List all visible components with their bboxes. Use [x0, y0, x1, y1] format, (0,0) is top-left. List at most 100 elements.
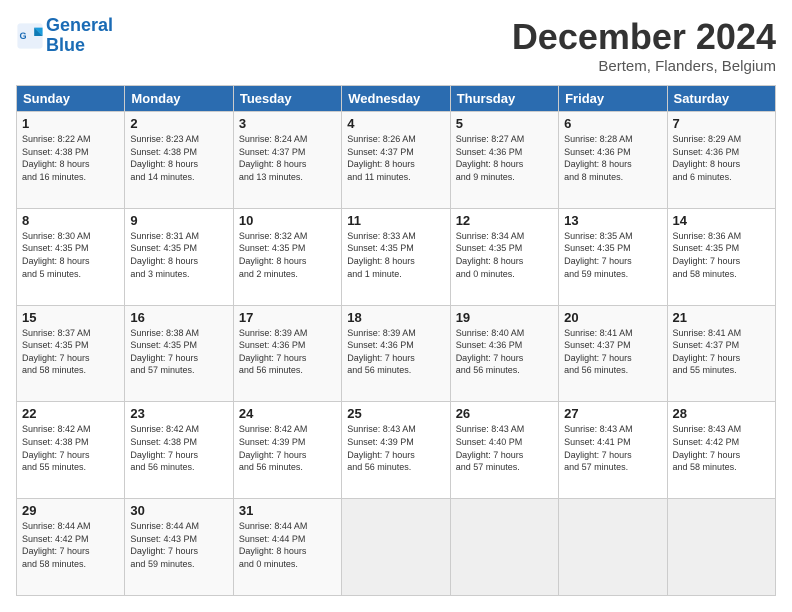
calendar-cell: 9Sunrise: 8:31 AM Sunset: 4:35 PM Daylig…	[125, 208, 233, 305]
calendar-cell: 13 Sunrise: 8:35 AM Sunset: 4:35 PM Dayli…	[559, 208, 667, 305]
day-info: Sunrise: 8:44 AM Sunset: 4:42 PM Dayligh…	[22, 520, 119, 570]
day-info: Sunrise: 8:34 AM Sunset: 4:35 PM Dayligh…	[456, 230, 553, 280]
day-info: Sunrise: 8:26 AM Sunset: 4:37 PM Dayligh…	[347, 133, 444, 183]
day-number: 21	[673, 310, 770, 325]
day-info: Sunrise: 8:44 AM Sunset: 4:43 PM Dayligh…	[130, 520, 227, 570]
day-info: Sunrise: 8:30 AM Sunset: 4:35 PM Dayligh…	[22, 230, 119, 280]
day-number: 26	[456, 406, 553, 421]
day-number: 2	[130, 116, 227, 131]
day-info: Sunrise: 8:39 AM Sunset: 4:36 PM Dayligh…	[347, 327, 444, 377]
logo: G General Blue	[16, 16, 113, 56]
day-number: 24	[239, 406, 336, 421]
day-number: 22	[22, 406, 119, 421]
calendar-cell: 20 Sunrise: 8:41 AM Sunset: 4:37 PM Dayli…	[559, 305, 667, 402]
calendar-cell: 25Sunrise: 8:43 AM Sunset: 4:39 PM Dayli…	[342, 402, 450, 499]
calendar-week-5: 29 Sunrise: 8:44 AM Sunset: 4:42 PM Dayli…	[17, 499, 776, 596]
day-number: 20	[564, 310, 661, 325]
calendar-cell: 24 Sunrise: 8:42 AM Sunset: 4:39 PM Dayli…	[233, 402, 341, 499]
day-number: 12	[456, 213, 553, 228]
calendar-cell: 17 Sunrise: 8:39 AM Sunset: 4:36 PM Dayli…	[233, 305, 341, 402]
day-number: 14	[673, 213, 770, 228]
calendar-cell: 4Sunrise: 8:26 AM Sunset: 4:37 PM Daylig…	[342, 112, 450, 209]
page: G General Blue December 2024 Bertem, Fla…	[0, 0, 792, 612]
day-number: 8	[22, 213, 119, 228]
calendar-cell: 29 Sunrise: 8:44 AM Sunset: 4:42 PM Dayli…	[17, 499, 125, 596]
day-number: 3	[239, 116, 336, 131]
weekday-header-row: SundayMondayTuesdayWednesdayThursdayFrid…	[17, 86, 776, 112]
weekday-header-wednesday: Wednesday	[342, 86, 450, 112]
day-info: Sunrise: 8:22 AM Sunset: 4:38 PM Dayligh…	[22, 133, 119, 183]
day-info: Sunrise: 8:40 AM Sunset: 4:36 PM Dayligh…	[456, 327, 553, 377]
day-number: 23	[130, 406, 227, 421]
day-info: Sunrise: 8:41 AM Sunset: 4:37 PM Dayligh…	[673, 327, 770, 377]
calendar-cell: 22Sunrise: 8:42 AM Sunset: 4:38 PM Dayli…	[17, 402, 125, 499]
calendar-cell: 28Sunrise: 8:43 AM Sunset: 4:42 PM Dayli…	[667, 402, 775, 499]
day-number: 25	[347, 406, 444, 421]
calendar-cell	[559, 499, 667, 596]
calendar-cell: 19Sunrise: 8:40 AM Sunset: 4:36 PM Dayli…	[450, 305, 558, 402]
day-number: 7	[673, 116, 770, 131]
svg-text:G: G	[20, 31, 27, 41]
month-title: December 2024	[512, 16, 776, 58]
calendar-cell: 1 Sunrise: 8:22 AM Sunset: 4:38 PM Daylig…	[17, 112, 125, 209]
day-info: Sunrise: 8:44 AM Sunset: 4:44 PM Dayligh…	[239, 520, 336, 570]
weekday-header-friday: Friday	[559, 86, 667, 112]
day-info: Sunrise: 8:43 AM Sunset: 4:41 PM Dayligh…	[564, 423, 661, 473]
day-number: 13	[564, 213, 661, 228]
calendar-week-1: 1 Sunrise: 8:22 AM Sunset: 4:38 PM Daylig…	[17, 112, 776, 209]
location: Bertem, Flanders, Belgium	[512, 58, 776, 75]
day-info: Sunrise: 8:42 AM Sunset: 4:38 PM Dayligh…	[130, 423, 227, 473]
day-number: 29	[22, 503, 119, 518]
day-info: Sunrise: 8:27 AM Sunset: 4:36 PM Dayligh…	[456, 133, 553, 183]
day-number: 31	[239, 503, 336, 518]
day-info: Sunrise: 8:31 AM Sunset: 4:35 PM Dayligh…	[130, 230, 227, 280]
logo-blue: Blue	[46, 35, 85, 55]
day-info: Sunrise: 8:39 AM Sunset: 4:36 PM Dayligh…	[239, 327, 336, 377]
day-number: 28	[673, 406, 770, 421]
day-number: 10	[239, 213, 336, 228]
calendar-cell	[450, 499, 558, 596]
day-info: Sunrise: 8:38 AM Sunset: 4:35 PM Dayligh…	[130, 327, 227, 377]
calendar-cell: 23 Sunrise: 8:42 AM Sunset: 4:38 PM Dayli…	[125, 402, 233, 499]
weekday-header-thursday: Thursday	[450, 86, 558, 112]
calendar-week-3: 15 Sunrise: 8:37 AM Sunset: 4:35 PM Dayli…	[17, 305, 776, 402]
day-number: 6	[564, 116, 661, 131]
day-info: Sunrise: 8:36 AM Sunset: 4:35 PM Dayligh…	[673, 230, 770, 280]
weekday-header-sunday: Sunday	[17, 86, 125, 112]
calendar-cell: 8 Sunrise: 8:30 AM Sunset: 4:35 PM Daylig…	[17, 208, 125, 305]
calendar-cell: 30 Sunrise: 8:44 AM Sunset: 4:43 PM Dayli…	[125, 499, 233, 596]
day-info: Sunrise: 8:41 AM Sunset: 4:37 PM Dayligh…	[564, 327, 661, 377]
calendar-week-4: 22 Sunrise: 8:42 AM Sunset: 4:38 PM Dayli…	[17, 402, 776, 499]
day-number: 30	[130, 503, 227, 518]
calendar-cell: 15 Sunrise: 8:37 AM Sunset: 4:35 PM Dayli…	[17, 305, 125, 402]
calendar-cell: 27 Sunrise: 8:43 AM Sunset: 4:41 PM Dayli…	[559, 402, 667, 499]
day-number: 1	[22, 116, 119, 131]
day-number: 15	[22, 310, 119, 325]
calendar-cell: 12 Sunrise: 8:34 AM Sunset: 4:35 PM Dayli…	[450, 208, 558, 305]
day-number: 17	[239, 310, 336, 325]
calendar-cell: 2Sunrise: 8:23 AM Sunset: 4:38 PM Daylig…	[125, 112, 233, 209]
weekday-header-tuesday: Tuesday	[233, 86, 341, 112]
calendar-cell: 11 Sunrise: 8:33 AM Sunset: 4:35 PM Dayli…	[342, 208, 450, 305]
weekday-header-saturday: Saturday	[667, 86, 775, 112]
calendar-cell: 18Sunrise: 8:39 AM Sunset: 4:36 PM Dayli…	[342, 305, 450, 402]
calendar-cell: 7 Sunrise: 8:29 AM Sunset: 4:36 PM Daylig…	[667, 112, 775, 209]
day-info: Sunrise: 8:42 AM Sunset: 4:39 PM Dayligh…	[239, 423, 336, 473]
day-info: Sunrise: 8:29 AM Sunset: 4:36 PM Dayligh…	[673, 133, 770, 183]
logo-icon: G	[16, 22, 44, 50]
calendar-cell: 10Sunrise: 8:32 AM Sunset: 4:35 PM Dayli…	[233, 208, 341, 305]
day-info: Sunrise: 8:37 AM Sunset: 4:35 PM Dayligh…	[22, 327, 119, 377]
calendar-cell: 5 Sunrise: 8:27 AM Sunset: 4:36 PM Daylig…	[450, 112, 558, 209]
day-number: 11	[347, 213, 444, 228]
calendar-table: SundayMondayTuesdayWednesdayThursdayFrid…	[16, 85, 776, 596]
day-info: Sunrise: 8:43 AM Sunset: 4:40 PM Dayligh…	[456, 423, 553, 473]
day-number: 5	[456, 116, 553, 131]
day-info: Sunrise: 8:35 AM Sunset: 4:35 PM Dayligh…	[564, 230, 661, 280]
day-info: Sunrise: 8:33 AM Sunset: 4:35 PM Dayligh…	[347, 230, 444, 280]
day-info: Sunrise: 8:24 AM Sunset: 4:37 PM Dayligh…	[239, 133, 336, 183]
logo-general: General	[46, 15, 113, 35]
day-number: 16	[130, 310, 227, 325]
calendar-cell: 31 Sunrise: 8:44 AM Sunset: 4:44 PM Dayli…	[233, 499, 341, 596]
weekday-header-monday: Monday	[125, 86, 233, 112]
day-number: 27	[564, 406, 661, 421]
